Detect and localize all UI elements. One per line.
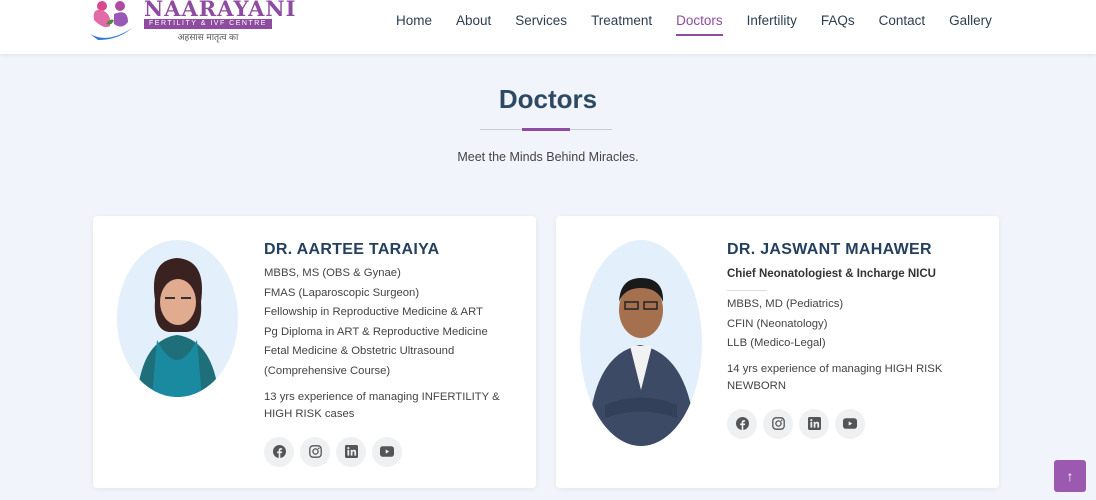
logo[interactable]: NAARAYANI FERTILITY & IVF CENTRE अहसास म… xyxy=(88,0,295,44)
nav-gallery[interactable]: Gallery xyxy=(949,13,992,36)
logo-mark-icon xyxy=(90,1,132,40)
doctor-name: DR. JASWANT MAHAWER xyxy=(727,241,932,258)
nav-about[interactable]: About xyxy=(456,13,491,36)
qualification: MBBS, MS (OBS & Gynae) xyxy=(264,267,401,279)
doctor-name: DR. AARTEE TARAIYA xyxy=(264,241,440,258)
instagram-icon[interactable] xyxy=(763,408,793,439)
qualification: MBBS, MD (Pediatrics) xyxy=(727,298,844,310)
nav-faqs[interactable]: FAQs xyxy=(821,13,855,36)
youtube-icon[interactable] xyxy=(835,408,865,439)
qualification: Fetal Medicine & Obstetric Ultrasound xyxy=(264,345,455,358)
doctor-card: DR. AARTEE TARAIYA MBBS, MS (OBS & Gynae… xyxy=(93,216,536,488)
doctor-info: DR. JASWANT MAHAWER Chief Neonatologiest… xyxy=(727,240,977,439)
qualification: CFIN (Neonatology) xyxy=(727,317,828,330)
main-nav: Home About Services Treatment Doctors In… xyxy=(396,13,1016,36)
page-title: Doctors xyxy=(498,84,598,114)
qualification: LLB (Medico-Legal) xyxy=(727,337,826,350)
facebook-icon[interactable] xyxy=(727,408,757,439)
qualification: (Comprehensive Course) xyxy=(264,364,391,377)
linkedin-icon[interactable] xyxy=(336,436,366,467)
experience: 14 yrs experience of managing HIGH RISK … xyxy=(727,362,943,392)
social-links xyxy=(727,408,977,439)
doctor-role: Chief Neonatologiest & Incharge NICU xyxy=(727,268,936,280)
nav-home[interactable]: Home xyxy=(396,13,432,36)
scroll-to-top-button[interactable]: ↑ xyxy=(1054,460,1086,492)
site-header: NAARAYANI FERTILITY & IVF CENTRE अहसास म… xyxy=(0,0,1096,54)
qualification: Fellowship in Reproductive Medicine & AR… xyxy=(264,306,483,319)
doctor-info: DR. AARTEE TARAIYA MBBS, MS (OBS & Gynae… xyxy=(264,240,514,467)
nav-doctors[interactable]: Doctors xyxy=(676,13,723,36)
instagram-icon[interactable] xyxy=(300,436,330,467)
logo-name: NAARAYANI xyxy=(144,0,297,21)
doctor-photo xyxy=(117,240,238,397)
youtube-icon[interactable] xyxy=(372,436,402,467)
title-divider xyxy=(480,128,612,131)
info-separator xyxy=(727,290,767,291)
arrow-up-icon: ↑ xyxy=(1066,468,1074,484)
doctor-photo xyxy=(580,240,702,446)
nav-contact[interactable]: Contact xyxy=(879,13,926,36)
social-links xyxy=(264,436,514,467)
nav-infertility[interactable]: Infertility xyxy=(747,13,797,36)
facebook-icon[interactable] xyxy=(264,436,294,467)
qualification: Pg Diploma in ART & Reproductive Medicin… xyxy=(264,325,488,338)
logo-subtitle: FERTILITY & IVF CENTRE xyxy=(144,19,272,29)
experience: 13 yrs experience of managing INFERTILIT… xyxy=(264,390,500,420)
page-subtitle: Meet the Minds Behind Miracles. xyxy=(457,150,639,164)
logo-tagline: अहसास मातृत्व का xyxy=(177,32,239,42)
qualification: FMAS (Laparoscopic Surgeon) xyxy=(264,286,420,299)
doctor-card: DR. JASWANT MAHAWER Chief Neonatologiest… xyxy=(556,216,999,488)
nav-treatment[interactable]: Treatment xyxy=(591,13,652,36)
linkedin-icon[interactable] xyxy=(799,408,829,439)
nav-services[interactable]: Services xyxy=(515,13,567,36)
